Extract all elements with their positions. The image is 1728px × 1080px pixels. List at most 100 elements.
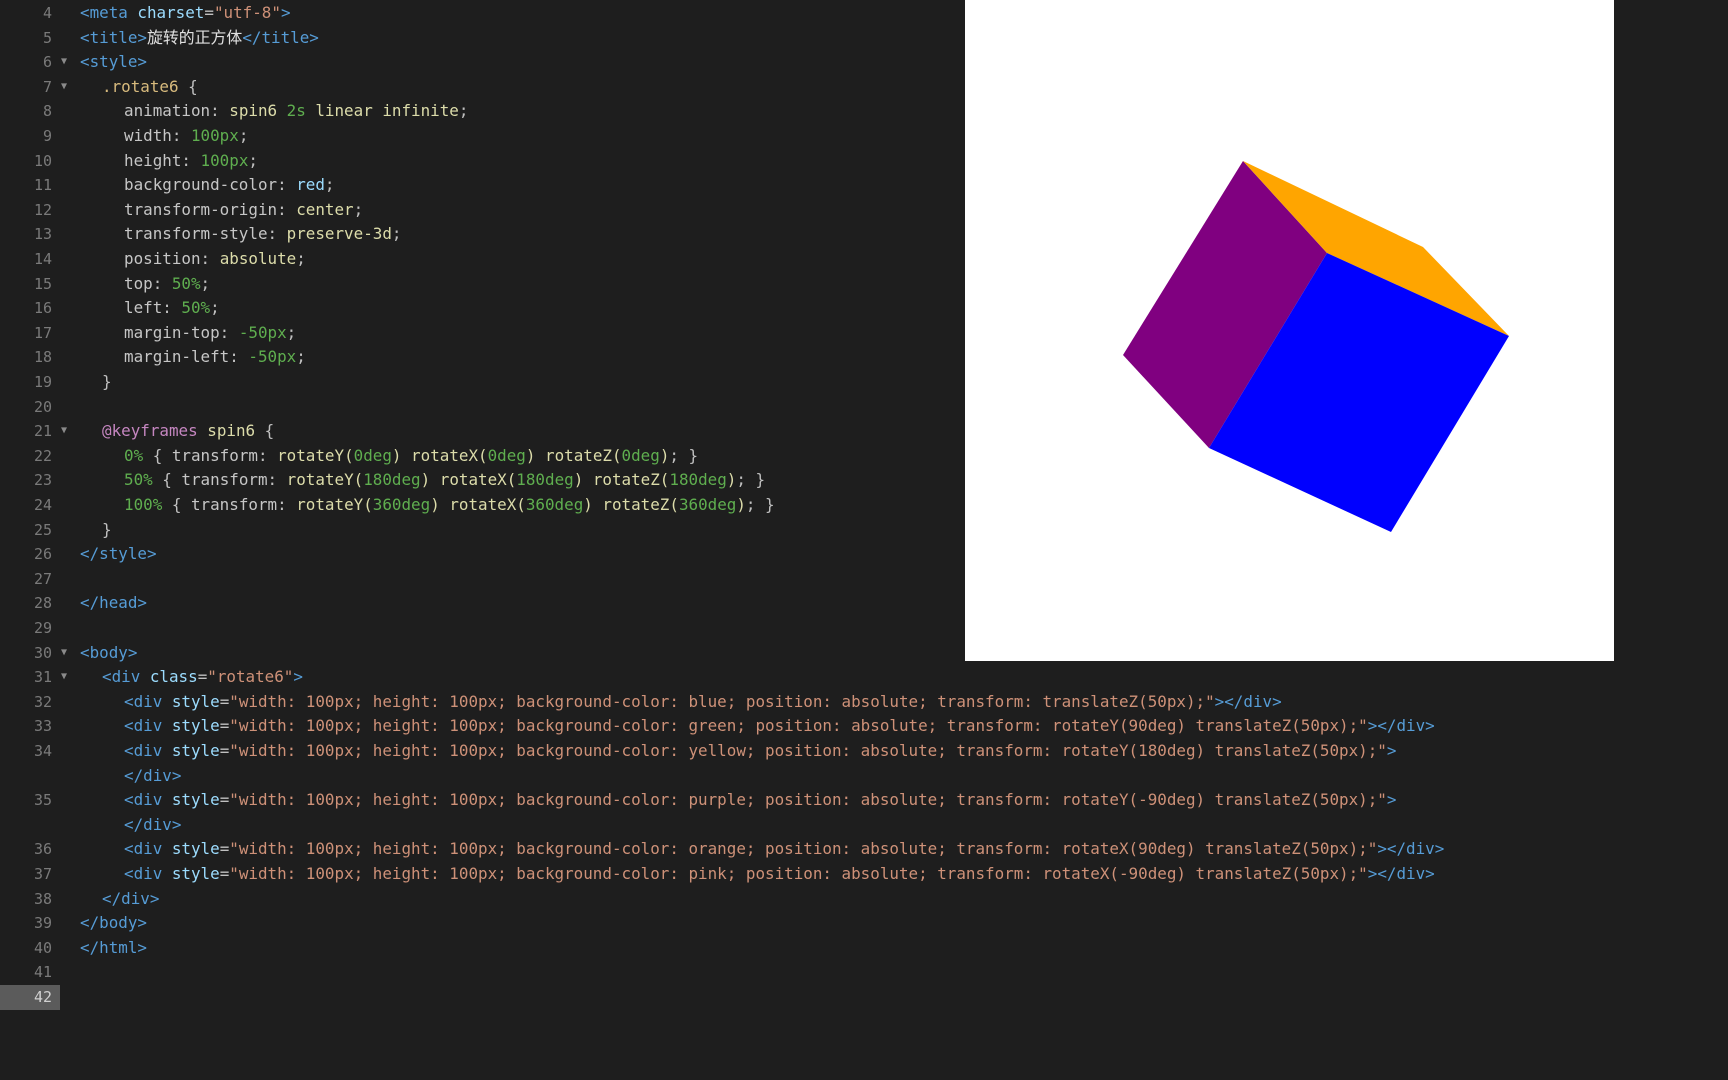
code-line[interactable]: 41 bbox=[0, 960, 1728, 985]
code-text: </div> bbox=[124, 813, 181, 838]
code-token: "width: 100px; height: 100px; background… bbox=[229, 839, 1378, 859]
code-token: -50px bbox=[238, 322, 287, 342]
fold-toggle-icon[interactable]: ▼ bbox=[58, 641, 70, 666]
code-text: .rotate6 { bbox=[102, 75, 198, 100]
code-token: { bbox=[264, 421, 275, 441]
code-line[interactable]: 33 <div style="width: 100px; height: 100p… bbox=[0, 714, 1728, 739]
code-token: : bbox=[152, 273, 172, 293]
code-token: = bbox=[219, 790, 230, 810]
code-token: ; bbox=[210, 298, 220, 318]
code-token: 180deg bbox=[516, 470, 574, 490]
code-token: <meta bbox=[80, 3, 138, 22]
code-line[interactable]: 31 ▼ <div class="rotate6"> bbox=[0, 665, 1728, 690]
line-number: 4 bbox=[42, 4, 52, 22]
code-line[interactable]: 42 bbox=[0, 985, 1728, 1010]
code-line[interactable]: 37 <div style="width: 100px; height: 100p… bbox=[0, 862, 1728, 887]
code-token: ; bbox=[324, 175, 335, 195]
code-token: <div bbox=[124, 790, 172, 810]
line-number: 18 bbox=[33, 348, 52, 367]
code-token: </div> bbox=[102, 888, 160, 908]
code-text: @keyframes spin6 { bbox=[102, 419, 274, 444]
code-token: { bbox=[188, 76, 198, 96]
line-number: 12 bbox=[33, 200, 52, 219]
code-token: ></div> bbox=[1367, 716, 1435, 736]
code-text: <div style="width: 100px; height: 100px;… bbox=[124, 690, 1282, 715]
code-token: ) rotateX( bbox=[420, 470, 517, 490]
line-number: 7 bbox=[42, 77, 52, 96]
code-text: <div style="width: 100px; height: 100px;… bbox=[124, 714, 1435, 739]
code-text: position: absolute; bbox=[124, 247, 306, 272]
code-token: absolute bbox=[219, 249, 297, 268]
line-number bbox=[0, 764, 60, 789]
code-line[interactable]: 32 <div style="width: 100px; height: 100p… bbox=[0, 690, 1728, 715]
code-line[interactable]: </div> bbox=[0, 813, 1728, 838]
line-number: 24 bbox=[33, 496, 52, 514]
code-token: { bbox=[152, 445, 172, 465]
code-token: charset bbox=[137, 3, 205, 22]
code-token: ) rotateZ( bbox=[583, 495, 679, 514]
code-text: <div style="width: 100px; height: 100px;… bbox=[124, 739, 1396, 764]
code-token: : bbox=[229, 347, 249, 367]
code-token: ></div> bbox=[1214, 691, 1282, 711]
fold-toggle-icon[interactable]: ▼ bbox=[58, 75, 70, 100]
code-token: spin6 bbox=[207, 421, 265, 441]
code-token: : bbox=[181, 150, 201, 170]
code-line[interactable]: 39 </body> bbox=[0, 911, 1728, 936]
line-number: 5 bbox=[42, 28, 52, 47]
code-token: 360deg bbox=[525, 495, 584, 514]
code-token: "rotate6" bbox=[207, 667, 294, 687]
code-line[interactable]: 38 </div> bbox=[0, 887, 1728, 912]
code-token: rotateY( bbox=[296, 495, 373, 514]
code-token: <style> bbox=[80, 52, 147, 72]
code-text: transform-origin: center; bbox=[124, 198, 363, 223]
line-number: 31 bbox=[33, 668, 52, 687]
code-token: </body> bbox=[80, 913, 147, 933]
code-token: @keyframes bbox=[102, 421, 208, 441]
code-text: <div style="width: 100px; height: 100px;… bbox=[124, 862, 1435, 887]
code-line[interactable]: 35 <div style="width: 100px; height: 100p… bbox=[0, 788, 1728, 813]
code-token: 100px bbox=[200, 150, 249, 170]
code-token: > bbox=[1386, 790, 1397, 810]
fold-toggle-icon[interactable]: ▼ bbox=[58, 50, 70, 75]
code-token: } bbox=[102, 372, 112, 391]
fold-toggle-icon[interactable]: ▼ bbox=[58, 665, 70, 690]
code-line[interactable]: </div> bbox=[0, 764, 1728, 789]
line-number: 11 bbox=[33, 176, 52, 195]
code-token: = bbox=[219, 741, 230, 760]
code-text: </style> bbox=[80, 542, 157, 567]
code-token: <div bbox=[124, 741, 172, 760]
line-number: 9 bbox=[42, 127, 52, 145]
code-line[interactable]: 34 <div style="width: 100px; height: 100p… bbox=[0, 739, 1728, 764]
code-token: : bbox=[267, 224, 287, 244]
code-token: ; bbox=[296, 347, 306, 367]
line-number: 29 bbox=[33, 619, 52, 637]
code-token: preserve-3d bbox=[286, 224, 392, 244]
code-token: 360deg bbox=[372, 495, 431, 514]
code-text: </head> bbox=[80, 591, 147, 616]
code-token: <div bbox=[124, 716, 172, 736]
code-token: position bbox=[124, 249, 201, 268]
code-text: left: 50%; bbox=[124, 296, 220, 321]
line-number: 13 bbox=[33, 225, 52, 244]
code-text: <body> bbox=[80, 641, 137, 666]
line-number: 27 bbox=[33, 569, 52, 588]
code-token: "width: 100px; height: 100px; background… bbox=[229, 716, 1368, 736]
code-token: </title> bbox=[242, 27, 319, 47]
line-number: 39 bbox=[33, 914, 52, 933]
code-line[interactable]: 40 </html> bbox=[0, 936, 1728, 961]
code-token: ; bbox=[248, 150, 258, 170]
code-token: 0% bbox=[124, 445, 153, 465]
code-token: <div bbox=[124, 864, 172, 883]
code-token: style bbox=[171, 741, 220, 760]
code-token: 50% bbox=[181, 298, 211, 318]
code-token: ; bbox=[353, 199, 364, 219]
fold-toggle-icon[interactable]: ▼ bbox=[58, 419, 70, 444]
code-token: transform-style bbox=[124, 224, 268, 244]
code-line[interactable]: 36 <div style="width: 100px; height: 100p… bbox=[0, 837, 1728, 862]
code-token: : bbox=[277, 199, 297, 219]
code-token: class bbox=[149, 667, 198, 687]
code-token: 180deg bbox=[363, 470, 421, 490]
code-token: margin-left bbox=[124, 347, 230, 367]
line-number: 17 bbox=[33, 323, 52, 342]
code-token: = bbox=[197, 667, 208, 687]
